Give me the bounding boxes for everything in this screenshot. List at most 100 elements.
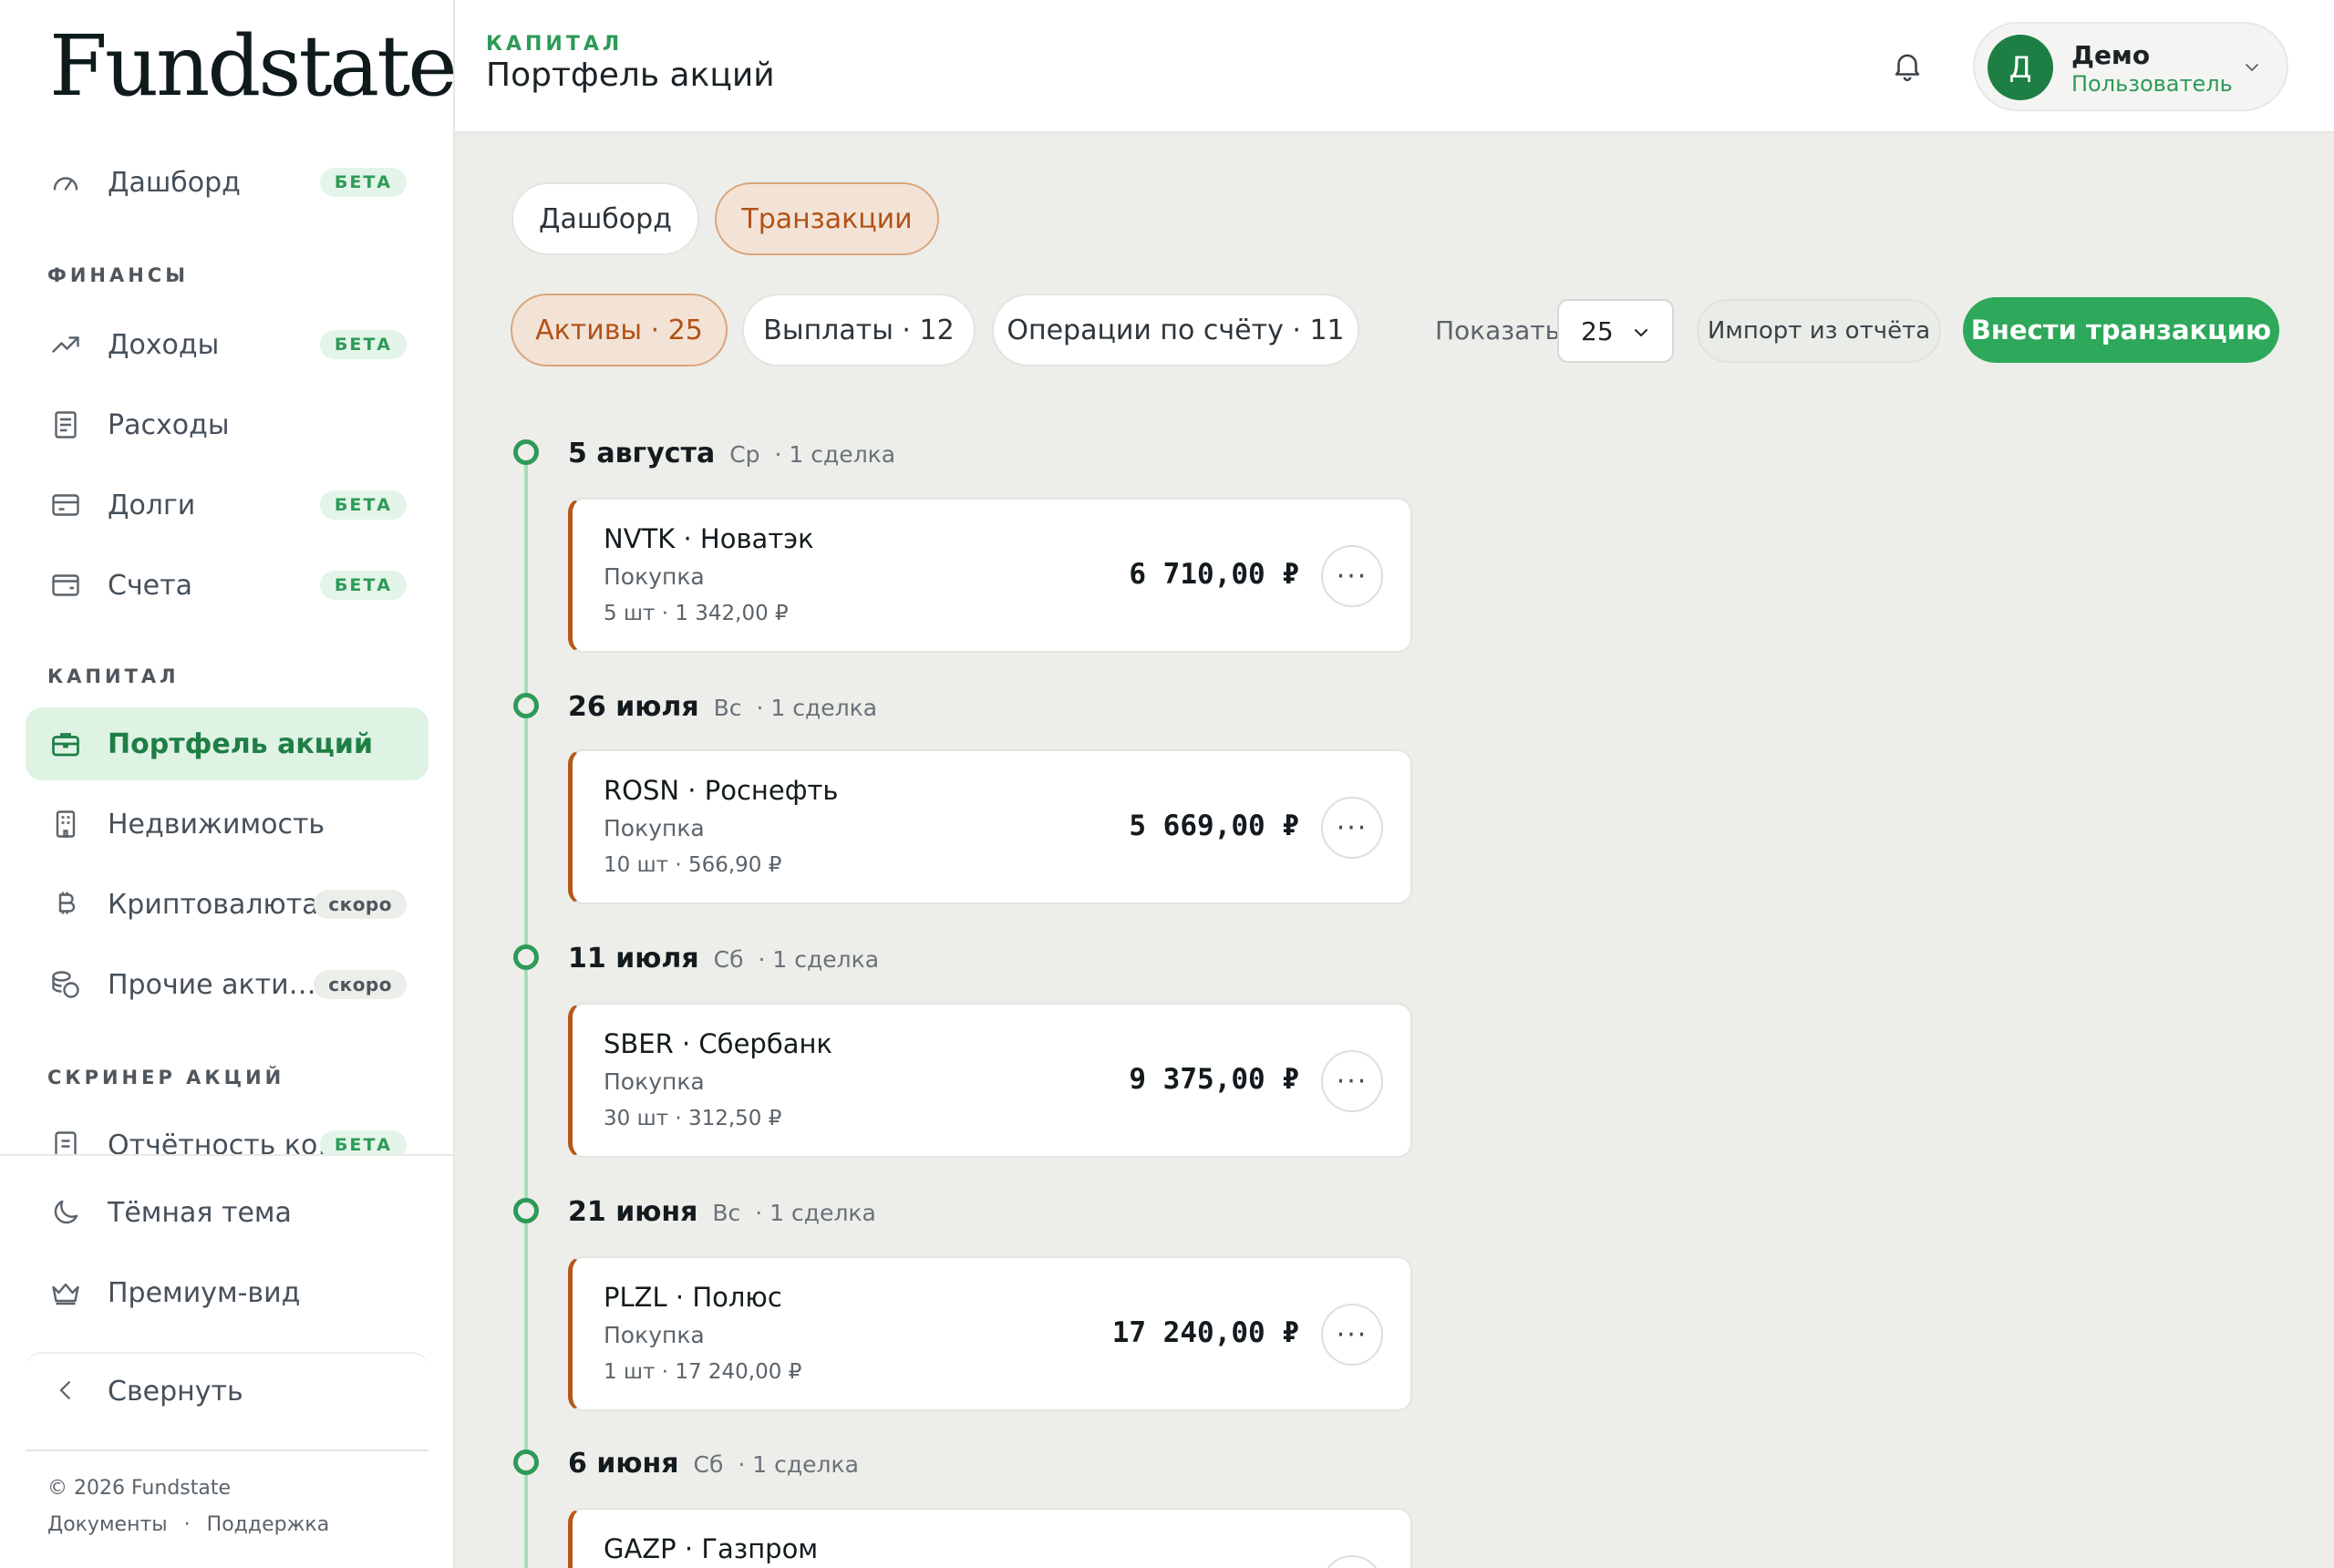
filter-account-operations[interactable]: Операции по счёту · 11 [992,294,1359,366]
day-deal-count: · 1 сделка [758,946,880,973]
sidebar-item-accounts[interactable]: Счета БЕТА [26,549,429,622]
moon-icon [49,1196,82,1229]
transaction-card[interactable]: SBER · Сбербанк Покупка 30 шт · 312,50 ₽… [568,1003,1412,1158]
section-screener: СКРИНЕР АКЦИЙ [47,1067,285,1088]
ticker: NVTK · Новатэк [604,523,814,554]
day-weekday: Сб [713,946,744,973]
day-weekday: Вс [713,695,742,721]
quantity-price: 10 шт · 566,90 ₽ [604,853,782,877]
day-header: 11 июля Сб · 1 сделка [568,943,879,975]
sidebar-item-label: Портфель акций [108,727,373,760]
day-date: 6 июня [568,1448,679,1480]
wallet-icon [49,569,82,602]
more-options-button[interactable]: ··· [1321,1050,1383,1112]
sidebar: Fundstate Дашборд БЕТА ФИНАНСЫ Доходы БЕ… [0,0,458,1568]
ticker: PLZL · Полюс [604,1282,782,1313]
page-size-value: 25 [1581,316,1614,346]
more-options-button[interactable]: ··· [1321,545,1383,607]
sidebar-nav[interactable]: Дашборд БЕТА ФИНАНСЫ Доходы БЕТА Расходы… [0,137,453,1154]
page-size-select[interactable]: 25 [1557,299,1674,363]
ticker: ROSN · Роснефть [604,775,839,806]
sidebar-item-label: Отчётность ко… [108,1129,346,1155]
section-finance: ФИНАНСЫ [47,264,189,286]
sidebar-item-other-assets[interactable]: Прочие акти… скоро [26,948,429,1021]
more-options-button[interactable] [1321,1555,1383,1568]
sidebar-item-dashboard[interactable]: Дашборд БЕТА [26,146,429,219]
sidebar-item-label: Счета [108,569,192,602]
notifications-button[interactable] [1887,46,1927,86]
more-options-button[interactable]: ··· [1321,797,1383,859]
sidebar-item-label: Дашборд [108,166,241,199]
coins-icon [49,968,82,1001]
collapse-sidebar-button[interactable]: Свернуть [26,1352,429,1429]
separator-dot: · [183,1513,191,1536]
soon-badge: скоро [314,970,407,999]
chevron-left-icon [49,1374,82,1407]
sidebar-item-stock-portfolio[interactable]: Портфель акций [26,707,429,780]
sidebar-item-company-reports[interactable]: Отчётность ко… БЕТА [26,1109,429,1154]
dark-theme-toggle[interactable]: Тёмная тема [26,1176,429,1249]
day-deal-count: · 1 сделка [755,1200,876,1226]
transaction-amount: 9 375,00 ₽ [1129,1063,1299,1096]
ticker: SBER · Сбербанк [604,1028,832,1059]
card-icon [49,489,82,521]
transaction-card[interactable]: ROSN · Роснефть Покупка 10 шт · 566,90 ₽… [568,749,1412,904]
import-report-button[interactable]: Импорт из отчёта [1697,299,1941,363]
day-deal-count: · 1 сделка [774,441,896,468]
day-header: 21 июня Вс · 1 сделка [568,1196,876,1228]
transaction-card[interactable]: NVTK · Новатэк Покупка 5 шт · 1 342,00 ₽… [568,498,1412,653]
sidebar-item-income[interactable]: Доходы БЕТА [26,308,429,381]
documents-link[interactable]: Документы [47,1513,168,1536]
more-options-button[interactable]: ··· [1321,1304,1383,1366]
premium-view-toggle[interactable]: Премиум-вид [26,1256,429,1329]
support-link[interactable]: Поддержка [207,1513,330,1536]
quantity-price: 30 шт · 312,50 ₽ [604,1107,782,1130]
tab-transactions[interactable]: Транзакции [715,182,939,255]
add-transaction-button[interactable]: Внести транзакцию [1963,297,2279,363]
sidebar-item-expenses[interactable]: Расходы [26,388,429,461]
user-menu[interactable]: Д Демо Пользователь [1973,22,2288,111]
operation-type: Покупка [604,815,705,841]
building-icon [49,808,82,841]
timeline-dot [513,944,539,970]
sidebar-item-debts[interactable]: Долги БЕТА [26,469,429,542]
filter-assets[interactable]: Активы · 25 [511,294,728,366]
sidebar-item-crypto[interactable]: Криптовалюта скоро [26,868,429,941]
brand-logo[interactable]: Fundstate [49,20,458,112]
footer-links: Документы · Поддержка [47,1513,329,1536]
avatar: Д [1988,35,2053,100]
transaction-amount: 6 710,00 ₽ [1129,558,1299,591]
quantity-price: 1 шт · 17 240,00 ₽ [604,1360,802,1384]
copyright: © 2026 Fundstate [47,1477,232,1500]
timeline-dot [513,439,539,465]
soon-badge: скоро [314,890,407,919]
bitcoin-icon [49,888,82,921]
beta-badge: БЕТА [319,490,407,520]
page-size-label: Показать [1435,315,1561,346]
sidebar-footer: Тёмная тема Премиум-вид Свернуть © 2026 … [0,1154,453,1568]
transaction-card[interactable]: GAZP · Газпром [568,1508,1412,1568]
day-date: 26 июля [568,691,699,723]
breadcrumb: КАПИТАЛ [486,33,624,56]
quantity-price: 5 шт · 1 342,00 ₽ [604,602,789,625]
beta-badge: БЕТА [319,1130,407,1154]
sidebar-item-label: Недвижимость [108,808,325,841]
user-role: Пользователь [2071,71,2233,97]
section-capital: КАПИТАЛ [47,665,180,687]
beta-badge: БЕТА [319,168,407,197]
day-weekday: Сб [693,1451,724,1478]
sidebar-item-real-estate[interactable]: Недвижимость [26,788,429,861]
day-date: 21 июня [568,1196,698,1228]
transaction-card[interactable]: PLZL · Полюс Покупка 1 шт · 17 240,00 ₽ … [568,1256,1412,1411]
chevron-down-icon [1628,320,1654,346]
beta-badge: БЕТА [319,330,407,359]
timeline-dot [513,693,539,718]
transaction-amount: 17 240,00 ₽ [1111,1316,1299,1349]
report-icon [49,1129,82,1154]
tab-dashboard[interactable]: Дашборд [511,182,699,255]
transaction-amount: 5 669,00 ₽ [1129,810,1299,842]
sidebar-item-label: Долги [108,489,196,521]
briefcase-icon [49,727,82,760]
receipt-icon [49,408,82,441]
filter-payouts[interactable]: Выплаты · 12 [742,294,976,366]
